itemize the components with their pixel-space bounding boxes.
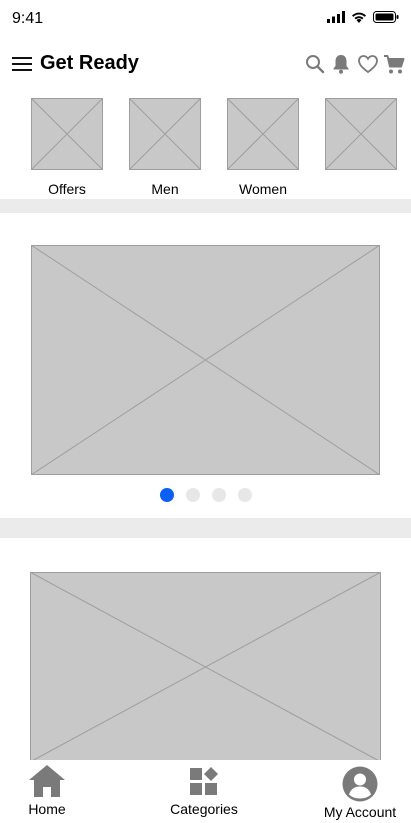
search-icon	[306, 55, 325, 74]
status-bar: 9:41	[0, 0, 411, 40]
account-icon	[342, 766, 378, 802]
category-strip: Offers Men Women	[0, 98, 411, 194]
carousel-dot[interactable]	[186, 488, 200, 502]
status-time: 9:41	[12, 10, 44, 27]
header-actions	[305, 53, 405, 75]
nav-label: Home	[28, 801, 66, 817]
app-title: Get Ready	[40, 52, 139, 74]
section-divider	[0, 518, 411, 538]
nav-item-my-account[interactable]: My Account	[318, 760, 402, 820]
category-image-placeholder	[324, 98, 398, 171]
app-header: Get Ready	[0, 44, 411, 84]
nav-item-categories[interactable]: Categories	[164, 760, 244, 817]
category-item-more[interactable]	[324, 98, 398, 181]
wifi-icon	[352, 12, 366, 23]
wishlist-button[interactable]	[357, 53, 378, 75]
search-button[interactable]	[305, 53, 325, 75]
category-label: Women	[239, 181, 287, 194]
carousel-dot-active[interactable]	[160, 488, 174, 502]
notifications-button[interactable]	[331, 53, 351, 75]
category-image-placeholder	[226, 98, 300, 171]
category-label: Men	[151, 181, 179, 194]
category-item-men[interactable]: Men	[128, 98, 202, 194]
categories-icon	[190, 767, 218, 795]
category-image-placeholder	[128, 98, 202, 171]
nav-label: Categories	[170, 801, 238, 817]
battery-icon	[373, 11, 399, 23]
category-label: Offers	[48, 181, 86, 194]
nav-label: My Account	[323, 804, 397, 820]
carousel-dot[interactable]	[212, 488, 226, 502]
bottom-nav: Home Categories My Account	[0, 760, 411, 823]
nav-item-home[interactable]: Home	[20, 760, 74, 817]
status-icons	[327, 11, 399, 23]
heart-icon	[358, 55, 378, 74]
banner-carousel-image[interactable]	[31, 245, 380, 475]
home-icon	[29, 765, 65, 797]
category-image-placeholder	[30, 98, 104, 171]
promo-banner-image[interactable]	[30, 572, 381, 762]
section-divider	[0, 199, 411, 213]
category-item-women[interactable]: Women	[226, 98, 300, 194]
cart-icon	[384, 55, 405, 74]
category-item-offers[interactable]: Offers	[30, 98, 104, 194]
carousel-indicator	[0, 488, 411, 502]
signal-icon	[327, 11, 345, 23]
cart-button[interactable]	[383, 53, 405, 75]
menu-icon[interactable]	[12, 56, 32, 72]
carousel-dot[interactable]	[238, 488, 252, 502]
bell-icon	[333, 55, 349, 74]
